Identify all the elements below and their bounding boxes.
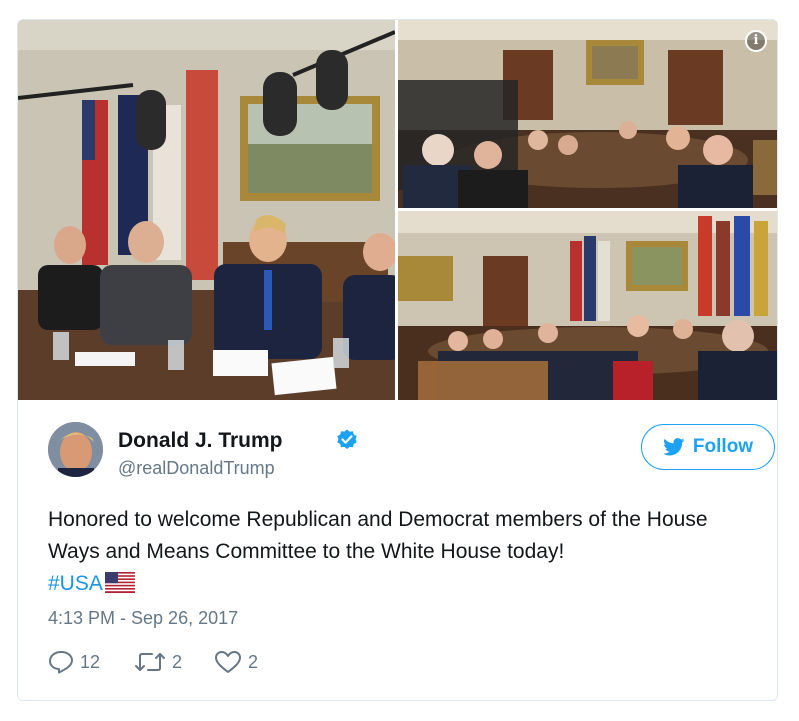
us-flag-icon bbox=[104, 572, 135, 593]
tweet-text: Honored to welcome Republican and Democr… bbox=[48, 504, 758, 600]
media-grid: i bbox=[18, 20, 777, 400]
user-handle[interactable]: @realDonaldTrump bbox=[118, 458, 275, 479]
follow-label: Follow bbox=[692, 436, 754, 457]
photo-main[interactable] bbox=[18, 20, 395, 400]
retweet-icon bbox=[135, 653, 165, 671]
heart-icon bbox=[215, 651, 241, 673]
photo-main-image bbox=[18, 20, 395, 400]
hashtag-link[interactable]: #USA bbox=[48, 572, 103, 595]
display-name[interactable]: Donald J. Trump bbox=[118, 429, 283, 453]
like-count: 2 bbox=[248, 651, 259, 672]
tweet-card: i Donald J. Trump @realDonaldTrump Follo… bbox=[17, 19, 778, 701]
follow-button[interactable]: Follow bbox=[641, 424, 775, 470]
reply-count: 12 bbox=[80, 651, 101, 672]
tweet-body: Honored to welcome Republican and Democr… bbox=[48, 508, 708, 563]
avatar-image bbox=[48, 422, 103, 477]
tweet-timestamp[interactable]: 4:13 PM - Sep 26, 2017 bbox=[48, 608, 238, 629]
avatar[interactable] bbox=[48, 422, 103, 477]
photo-bottom-right-image bbox=[398, 211, 777, 400]
retweet-button[interactable]: 2 bbox=[134, 650, 182, 674]
info-icon[interactable]: i bbox=[745, 30, 767, 52]
retweet-count: 2 bbox=[172, 651, 183, 672]
twitter-bird-icon bbox=[663, 438, 685, 456]
reply-button[interactable]: 12 bbox=[48, 650, 100, 674]
photo-top-right-image bbox=[398, 20, 777, 208]
tweet-header: Donald J. Trump @realDonaldTrump Follow bbox=[48, 422, 775, 482]
photo-bottom-right[interactable] bbox=[398, 211, 777, 400]
verified-badge-icon bbox=[337, 429, 357, 449]
photo-top-right[interactable]: i bbox=[398, 20, 777, 208]
like-button[interactable]: 2 bbox=[214, 650, 258, 674]
reply-icon bbox=[49, 651, 73, 674]
